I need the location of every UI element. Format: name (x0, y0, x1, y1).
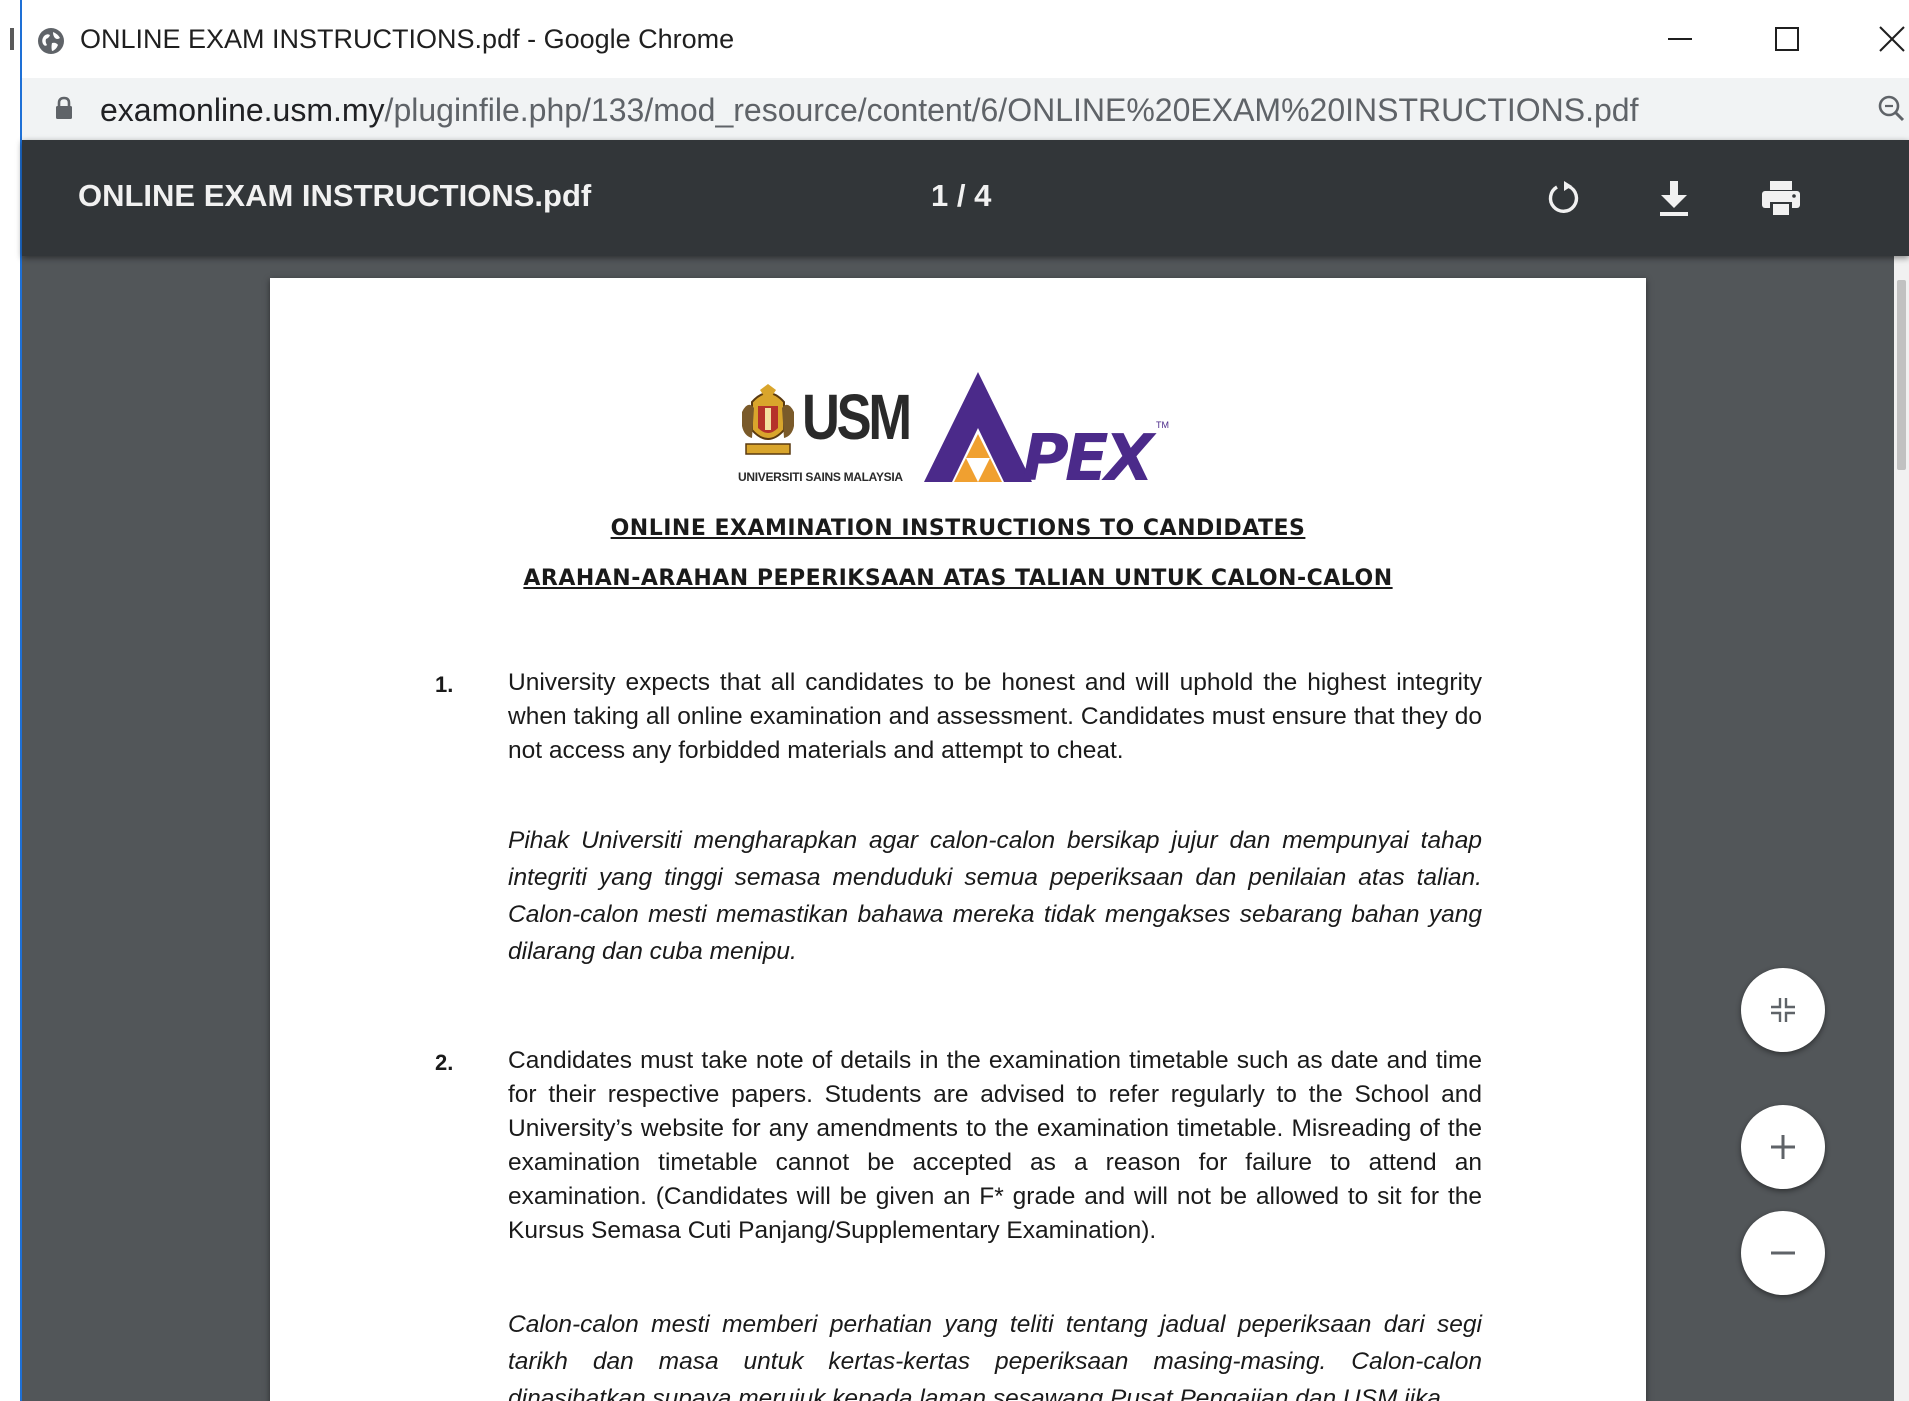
instruction-english: Candidates must take note of details in … (508, 1047, 1482, 1244)
maximize-icon (1775, 27, 1799, 51)
globe-icon (38, 28, 64, 54)
window-titlebar[interactable]: ONLINE EXAM INSTRUCTIONS.pdf - Google Ch… (22, 0, 1909, 78)
plus-icon (1771, 1135, 1795, 1159)
pdf-page: USM UNIVERSITI SAINS MALAYSIA PEX TM ONL… (270, 278, 1646, 1401)
vertical-scrollbar[interactable] (1894, 256, 1909, 1401)
zoom-in-button[interactable] (1741, 1105, 1825, 1189)
lock-icon (56, 96, 72, 119)
window-title: ONLINE EXAM INSTRUCTIONS.pdf - Google Ch… (80, 24, 735, 54)
instruction-malay: Calon-calon mesti memberi perhatian yang… (508, 1311, 1482, 1401)
print-button[interactable] (1753, 170, 1809, 226)
url-text[interactable]: examonline.usm.my/pluginfile.php/133/mod… (100, 92, 1638, 129)
zoom-out-button[interactable] (1741, 1211, 1825, 1295)
url-host: examonline.usm.my (100, 92, 385, 128)
download-button[interactable] (1646, 170, 1702, 226)
heading-english: ONLINE EXAMINATION INSTRUCTIONS TO CANDI… (610, 516, 1306, 541)
svg-text:TM: TM (1156, 420, 1169, 430)
usm-wordmark: USM (802, 381, 912, 453)
item-number: 1. (435, 672, 454, 697)
minimize-icon (1668, 38, 1692, 40)
fit-to-page-button[interactable] (1741, 968, 1825, 1052)
magnifier-icon[interactable] (1877, 94, 1905, 124)
item-number: 2. (435, 1050, 454, 1075)
window-left-edge (0, 0, 22, 1401)
svg-text:PEX: PEX (1022, 422, 1157, 492)
instruction-malay: Pihak Universiti mengharapkan agar calon… (508, 827, 1482, 965)
pdf-toolbar: ONLINE EXAM INSTRUCTIONS.pdf 1 / 4 (22, 140, 1909, 256)
crest-icon (742, 384, 794, 455)
heading-malay: ARAHAN-ARAHAN PEPERIKSAAN ATAS TALIAN UN… (523, 566, 1393, 591)
page-indicator[interactable]: 1 / 4 (931, 178, 991, 214)
instruction-english: University expects that all candidates t… (508, 669, 1482, 764)
pdf-viewer[interactable]: USM UNIVERSITI SAINS MALAYSIA PEX TM ONL… (22, 256, 1894, 1401)
rotate-icon (1548, 181, 1579, 213)
minimize-button[interactable] (1650, 14, 1710, 64)
minus-icon (1771, 1251, 1795, 1255)
address-bar[interactable]: examonline.usm.my/pluginfile.php/133/mod… (22, 78, 1909, 141)
print-icon (1762, 181, 1800, 215)
pdf-title: ONLINE EXAM INSTRUCTIONS.pdf (78, 178, 592, 213)
usm-subtitle: UNIVERSITI SAINS MALAYSIA (738, 470, 903, 484)
close-button[interactable] (1862, 14, 1909, 64)
download-icon (1660, 181, 1688, 216)
document-logos: USM UNIVERSITI SAINS MALAYSIA PEX TM (738, 366, 1178, 496)
rotate-button[interactable] (1535, 170, 1591, 226)
scrollbar-thumb[interactable] (1897, 280, 1906, 470)
usm-logo: USM UNIVERSITI SAINS MALAYSIA (738, 366, 916, 496)
maximize-button[interactable] (1757, 14, 1817, 64)
fit-to-page-icon (1771, 998, 1795, 1022)
apex-logo: PEX TM (924, 372, 1169, 492)
url-path: /pluginfile.php/133/mod_resource/content… (384, 92, 1639, 128)
close-icon (1879, 26, 1905, 52)
window-edge-marker (10, 28, 14, 50)
